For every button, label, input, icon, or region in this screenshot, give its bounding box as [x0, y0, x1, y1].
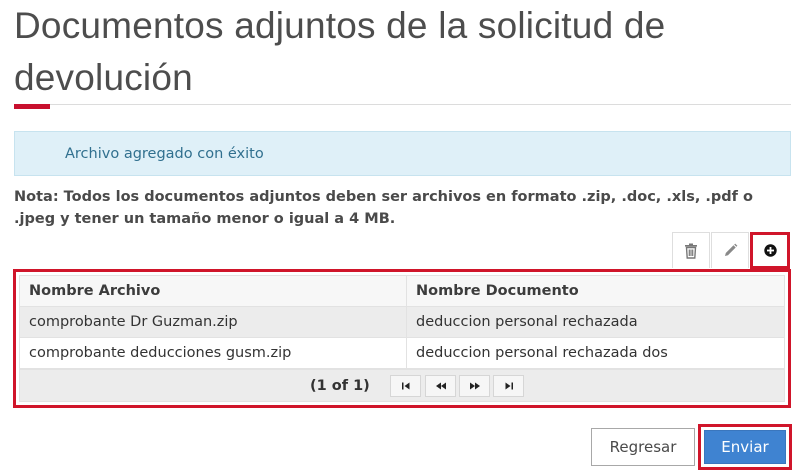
- page-indicator: (1 of 1): [310, 378, 370, 394]
- prev-page-icon: [435, 382, 446, 390]
- prev-page-button[interactable]: [425, 375, 456, 397]
- table-row[interactable]: comprobante deducciones gusm.zip deducci…: [19, 337, 785, 369]
- first-page-button[interactable]: [390, 375, 421, 397]
- table-header-row: Nombre Archivo Nombre Documento: [19, 275, 785, 307]
- add-button[interactable]: [750, 232, 790, 269]
- next-page-button[interactable]: [459, 375, 490, 397]
- back-button[interactable]: Regresar: [591, 428, 695, 466]
- attachments-table: Nombre Archivo Nombre Documento comproba…: [19, 275, 785, 369]
- first-page-icon: [401, 382, 409, 390]
- last-page-button[interactable]: [493, 375, 524, 397]
- cell-file-name: comprobante Dr Guzman.zip: [19, 306, 407, 338]
- delete-button[interactable]: [672, 232, 710, 268]
- success-alert: Archivo agregado con éxito: [14, 131, 791, 176]
- send-button[interactable]: Enviar: [704, 430, 786, 464]
- last-page-icon: [505, 382, 513, 390]
- cell-document-name: deduccion personal rechazada: [406, 306, 785, 338]
- table-paginator: (1 of 1): [19, 369, 785, 402]
- cell-file-name: comprobante deducciones gusm.zip: [19, 337, 407, 369]
- edit-button[interactable]: [711, 232, 749, 268]
- pencil-icon: [724, 243, 737, 256]
- column-header-file-name[interactable]: Nombre Archivo: [19, 275, 407, 307]
- title-divider: [14, 104, 791, 105]
- table-row[interactable]: comprobante Dr Guzman.zip deduccion pers…: [19, 306, 785, 338]
- next-page-icon: [469, 382, 480, 390]
- column-header-document-name[interactable]: Nombre Documento: [406, 275, 785, 307]
- plus-circle-icon: [763, 244, 777, 257]
- cell-document-name: deduccion personal rechazada dos: [406, 337, 785, 369]
- trash-icon: [685, 243, 697, 259]
- file-format-note: Nota: Todos los documentos adjuntos debe…: [14, 189, 753, 227]
- page-title: Documentos adjuntos de la solicitud de d…: [14, 5, 666, 98]
- title-accent-bar: [14, 104, 50, 109]
- attachments-table-frame: Nombre Archivo Nombre Documento comproba…: [13, 269, 791, 408]
